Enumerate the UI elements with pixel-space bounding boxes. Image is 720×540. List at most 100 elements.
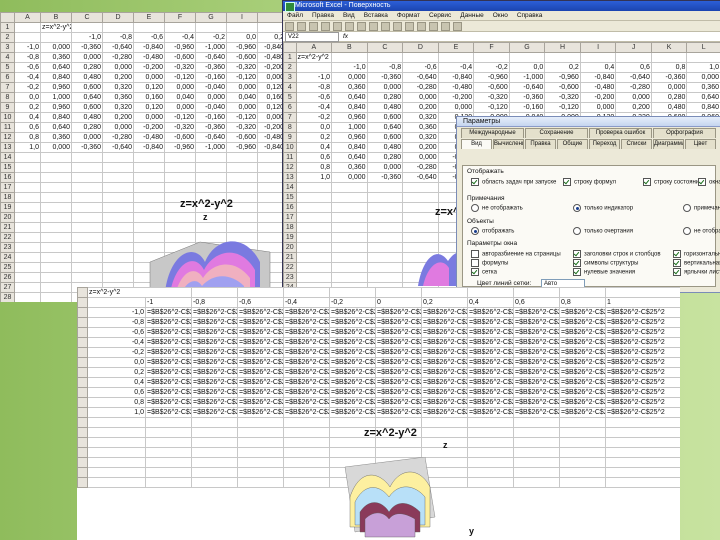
sheet1-cell[interactable] [102, 232, 134, 243]
sheet1-cell[interactable] [133, 152, 165, 163]
redo-icon[interactable] [405, 22, 414, 31]
radio-icon[interactable] [683, 227, 691, 235]
sheet1-cell[interactable]: 0,000 [226, 82, 258, 93]
sheet1-column-header[interactable]: C [71, 12, 103, 23]
sheet2-cell[interactable]: -0,480 [579, 82, 617, 93]
sheet1-cell[interactable]: -0,360 [195, 122, 227, 133]
sheet1-cell[interactable] [164, 152, 196, 163]
sheet2-column-header[interactable] [283, 42, 297, 53]
sheet3-formula-cell[interactable]: =$B$26^2-C$25^2 [513, 357, 560, 368]
sheet3-formula-cell[interactable]: =$B$26^2-C$25^2 [421, 337, 468, 348]
option-radio[interactable]: только индикатор [573, 204, 633, 212]
sheet3-cell[interactable] [605, 467, 680, 478]
sheet2-cell[interactable]: -0,4 [437, 62, 475, 73]
sheet2-cell[interactable]: -0,360 [650, 72, 688, 83]
sheet3-cell[interactable] [605, 287, 680, 298]
sheet3-col-label[interactable]: -1 [145, 297, 192, 308]
sheet1-cell[interactable]: 0,4 [14, 112, 41, 123]
sheet3-row-header[interactable] [77, 387, 88, 398]
sheet2-cell[interactable]: 0,360 [402, 122, 439, 133]
sheet3-formula-cell[interactable]: =$B$26^2-C$25^2 [191, 377, 238, 388]
option-checkbox[interactable]: сетка [471, 268, 497, 276]
sheet2-cell[interactable] [437, 52, 475, 63]
sheet2-cell[interactable] [686, 52, 720, 63]
excel-title-bar[interactable]: Microsoft Excel - Поверхность [283, 1, 720, 12]
sheet1-cell[interactable] [164, 22, 196, 33]
sheet3-cell[interactable] [605, 447, 680, 458]
sheet1-cell[interactable] [14, 172, 41, 183]
sheet1-cell[interactable] [71, 182, 103, 193]
sheet2-cell[interactable]: 0,640 [331, 92, 368, 103]
sheet3-cell[interactable] [559, 447, 606, 458]
sheet1-cell[interactable]: 0,160 [133, 92, 165, 103]
sheet3-col-label[interactable]: 1 [605, 297, 680, 308]
autosum-icon[interactable] [417, 22, 426, 31]
sheet3-formula-cell[interactable]: =$B$26^2-C$25^2 [283, 337, 330, 348]
sheet1-cell[interactable]: -0,120 [164, 72, 196, 83]
sheet2-cell[interactable]: 0,280 [366, 152, 404, 163]
sheet3-formula-cell[interactable]: =$B$26^2-C$25^2 [559, 407, 606, 418]
sheet1-cell[interactable]: 0,000 [257, 72, 285, 83]
sheet3-formula-cell[interactable]: =$B$26^2-C$25^2 [605, 357, 680, 368]
sheet1-cell[interactable] [164, 172, 196, 183]
sheet3-formula-cell[interactable]: =$B$26^2-C$25^2 [145, 357, 192, 368]
sheet1-cell[interactable] [226, 152, 258, 163]
checkbox-icon[interactable] [563, 178, 571, 186]
sheet3-formula-cell[interactable]: =$B$26^2-C$25^2 [559, 377, 606, 388]
checkbox-icon[interactable] [471, 250, 479, 258]
sheet2-cell[interactable]: 0,640 [366, 122, 404, 133]
sheet2-cell[interactable]: 0,4 [579, 62, 617, 73]
sheet2-cell[interactable]: -0,320 [544, 92, 581, 103]
sheet3-formula-cell[interactable]: =$B$26^2-C$25^2 [145, 407, 192, 418]
sheet1-cell[interactable]: -1,0 [14, 42, 41, 53]
sheet3-cell[interactable] [467, 447, 514, 458]
sheet3-row-header[interactable] [77, 427, 88, 438]
sheet1-cell[interactable]: 0,640 [40, 62, 72, 73]
sheet2-row-header[interactable]: 9 [283, 132, 297, 143]
sheet3-formula-cell[interactable]: =$B$26^2-C$25^2 [191, 327, 238, 338]
sheet1-cell[interactable]: 0,0 [226, 32, 258, 43]
sheet1-cell[interactable] [40, 292, 72, 302]
sheet3-cell[interactable] [513, 427, 560, 438]
sheet1-cell[interactable] [71, 22, 103, 33]
sheet1-cell[interactable]: -0,840 [257, 42, 285, 53]
sheet3-cell[interactable] [191, 437, 238, 448]
sheet2-row-header[interactable]: 21 [283, 252, 297, 263]
sheet2-cell[interactable]: -0,480 [437, 82, 475, 93]
sheet2-column-header[interactable]: C [366, 42, 404, 53]
sheet1-cell[interactable]: 0,840 [40, 112, 72, 123]
sheet2-cell[interactable]: 0,320 [402, 112, 439, 123]
sheet2-cell[interactable]: -1,0 [295, 72, 333, 83]
sheet3-cell[interactable] [329, 287, 376, 298]
sheet3-row-header[interactable] [77, 477, 88, 488]
sheet3-formula-cell[interactable]: =$B$26^2-C$25^2 [375, 317, 422, 328]
sheet2-cell[interactable] [366, 272, 404, 283]
sheet1-column-header[interactable]: I [226, 12, 258, 23]
sheet2-column-header[interactable]: H [544, 42, 581, 53]
sheet2-row-header[interactable]: 17 [283, 212, 297, 223]
sheet1-cell[interactable]: 0,000 [102, 122, 134, 133]
sheet3-cell[interactable] [145, 417, 192, 428]
sheet1-cell[interactable]: -0,840 [133, 142, 165, 153]
sheet3-cell[interactable] [283, 467, 330, 478]
sheet3-cell[interactable] [559, 427, 606, 438]
sheet1-row-header[interactable]: 15 [0, 162, 15, 173]
sheet2-cell[interactable]: 0,640 [686, 92, 720, 103]
sheet1-cell[interactable]: -0,640 [195, 52, 227, 63]
sheet1-cell[interactable]: 0,200 [102, 112, 134, 123]
sheet2-cell[interactable] [508, 52, 546, 63]
sheet1-cell[interactable] [40, 182, 72, 193]
sheet2-row-header[interactable]: 8 [283, 122, 297, 133]
sheet3-cell[interactable] [191, 477, 238, 488]
sheet1-row-header[interactable]: 28 [0, 292, 15, 302]
sheet1-cell[interactable]: 0,120 [133, 82, 165, 93]
sheet3-formula-cell[interactable]: =$B$26^2-C$25^2 [467, 317, 514, 328]
sheet2-cell[interactable]: -1,0 [331, 62, 368, 73]
sheet2-cell[interactable]: 0,200 [402, 142, 439, 153]
menu-item[interactable]: Справка [517, 12, 543, 19]
sheet2-cell[interactable]: -0,640 [402, 72, 439, 83]
menu-item[interactable]: Данные [460, 12, 483, 19]
sheet2-cell[interactable]: -1,000 [508, 72, 546, 83]
sheet1-cell[interactable] [257, 162, 285, 173]
sheet1-cell[interactable] [102, 172, 134, 183]
